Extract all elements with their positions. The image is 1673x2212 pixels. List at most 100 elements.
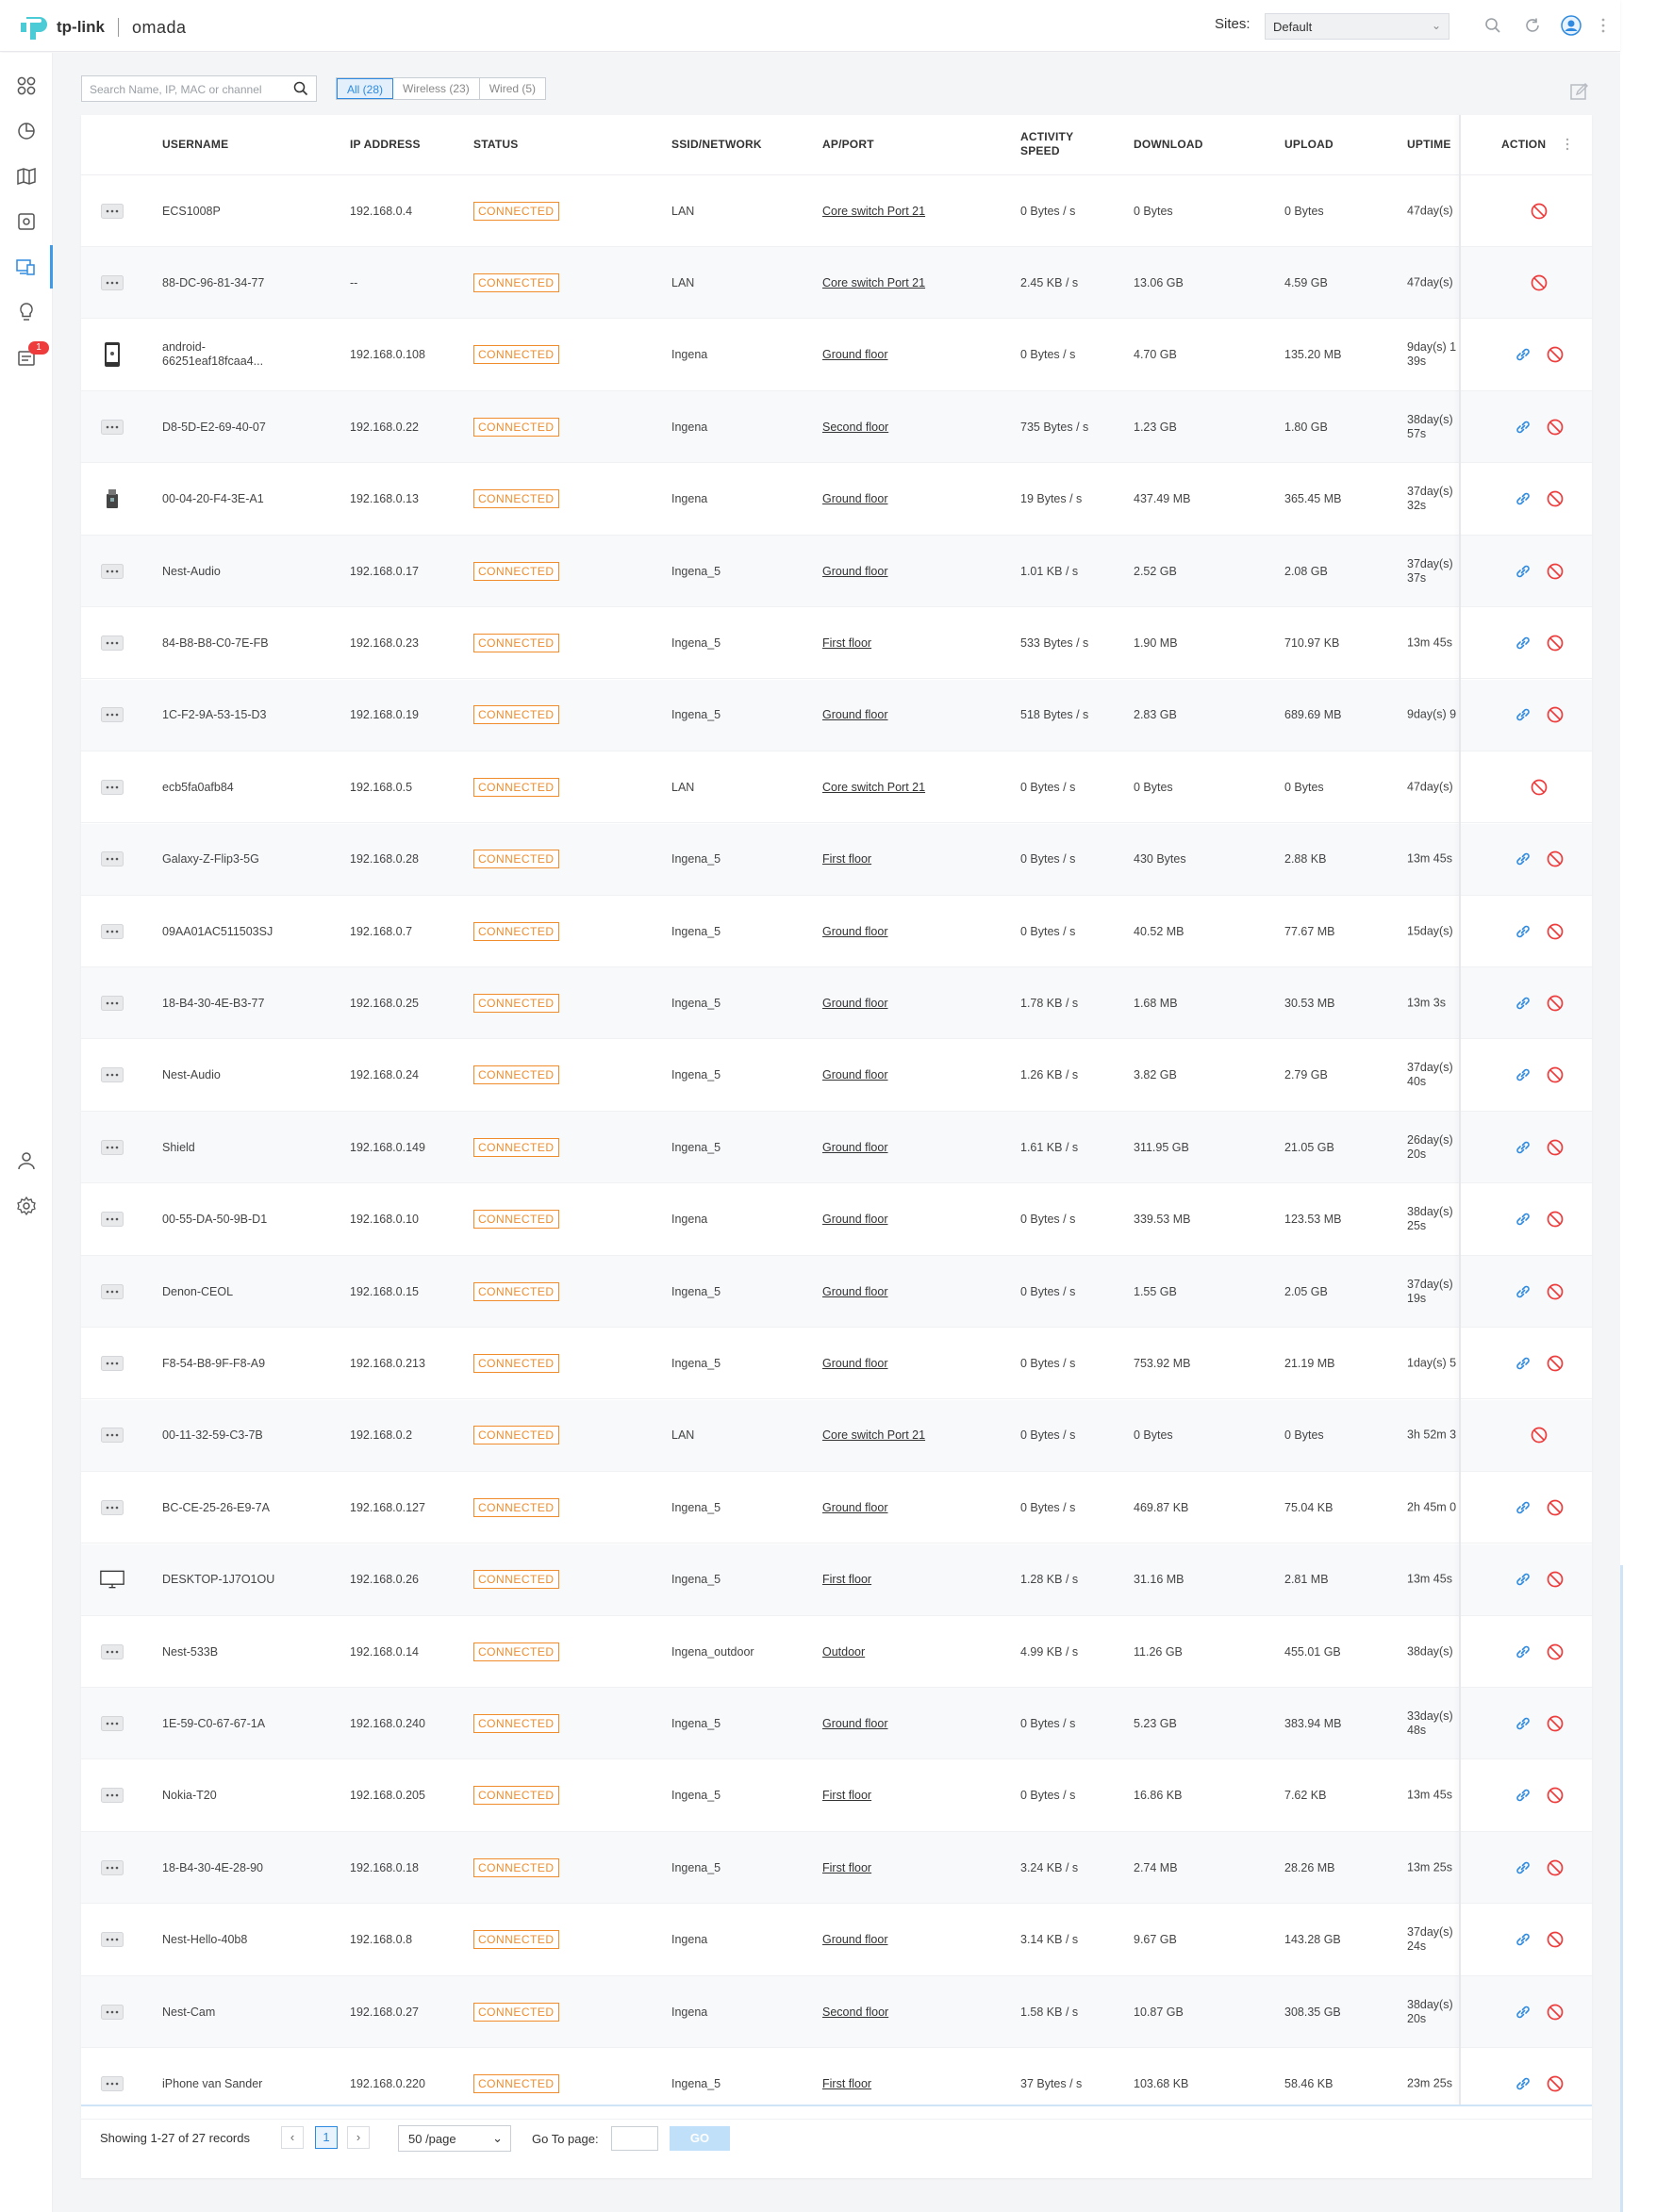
client-name[interactable]: Denon-CEOL bbox=[162, 1285, 233, 1298]
table-row[interactable]: ecb5fa0afb84 192.168.0.5 CONNECTED LAN Core … bbox=[81, 751, 1592, 824]
block-icon[interactable] bbox=[1530, 202, 1549, 221]
table-row[interactable]: Galaxy-Z-Flip3-5G 192.168.0.28 CONNECTED In… bbox=[81, 823, 1592, 896]
filter-wireless[interactable]: Wireless (23) bbox=[393, 78, 480, 99]
sidebar-item-map[interactable] bbox=[0, 155, 53, 198]
block-icon[interactable] bbox=[1546, 1282, 1565, 1301]
block-icon[interactable] bbox=[1546, 2003, 1565, 2022]
link-icon[interactable] bbox=[1514, 850, 1532, 868]
link-icon[interactable] bbox=[1514, 345, 1532, 364]
link-icon[interactable] bbox=[1514, 1570, 1532, 1589]
link-icon[interactable] bbox=[1514, 1282, 1532, 1301]
block-icon[interactable] bbox=[1530, 778, 1549, 797]
filter-all[interactable]: All (28) bbox=[337, 78, 394, 99]
block-icon[interactable] bbox=[1546, 1930, 1565, 1949]
client-name[interactable]: 18-B4-30-4E-B3-77 bbox=[162, 997, 264, 1010]
next-page-button[interactable]: › bbox=[347, 2126, 370, 2149]
client-name[interactable]: 1E-59-C0-67-67-1A bbox=[162, 1717, 265, 1730]
table-row[interactable]: Nest-Audio 192.168.0.24 CONNECTED Ingena_5 G… bbox=[81, 1040, 1592, 1112]
client-name[interactable]: Nest-533B bbox=[162, 1645, 218, 1659]
go-button[interactable]: GO bbox=[670, 2126, 730, 2151]
client-ap-link[interactable]: First floor bbox=[822, 636, 871, 650]
col-activity[interactable]: ACTIVITY bbox=[1020, 130, 1073, 143]
client-name[interactable]: Nest-Audio bbox=[162, 1068, 221, 1081]
block-icon[interactable] bbox=[1546, 850, 1565, 868]
col-ssid[interactable]: SSID/NETWORK bbox=[671, 138, 762, 151]
link-icon[interactable] bbox=[1514, 1210, 1532, 1229]
table-row[interactable]: D8-5D-E2-69-40-07 192.168.0.22 CONNECTED In… bbox=[81, 391, 1592, 464]
search-icon[interactable] bbox=[1483, 15, 1503, 36]
table-row[interactable]: Denon-CEOL 192.168.0.15 CONNECTED Ingena_5 G… bbox=[81, 1256, 1592, 1328]
client-ap-link[interactable]: First floor bbox=[822, 1861, 871, 1874]
client-ap-link[interactable]: Ground floor bbox=[822, 708, 887, 721]
link-icon[interactable] bbox=[1514, 489, 1532, 508]
client-name[interactable]: iPhone van Sander bbox=[162, 2077, 262, 2090]
block-icon[interactable] bbox=[1546, 1714, 1565, 1733]
table-row[interactable]: 1C-F2-9A-53-15-D3 192.168.0.19 CONNECTED In… bbox=[81, 679, 1592, 751]
block-icon[interactable] bbox=[1530, 273, 1549, 292]
table-row[interactable]: 18-B4-30-4E-28-90 192.168.0.18 CONNECTED In… bbox=[81, 1832, 1592, 1905]
block-icon[interactable] bbox=[1546, 1210, 1565, 1229]
client-name[interactable]: 00-55-DA-50-9B-D1 bbox=[162, 1213, 267, 1226]
link-icon[interactable] bbox=[1514, 2074, 1532, 2093]
client-name[interactable]: 09AA01AC511503SJ bbox=[162, 925, 273, 938]
client-ap-link[interactable]: Core switch Port 21 bbox=[822, 276, 925, 289]
link-icon[interactable] bbox=[1514, 2003, 1532, 2022]
block-icon[interactable] bbox=[1546, 345, 1565, 364]
col-ap-port[interactable]: AP/PORT bbox=[822, 138, 874, 151]
client-ap-link[interactable]: Ground floor bbox=[822, 492, 887, 505]
table-row[interactable]: ECS1008P 192.168.0.4 CONNECTED LAN Core swit… bbox=[81, 175, 1592, 247]
column-menu-icon[interactable] bbox=[1565, 138, 1569, 151]
link-icon[interactable] bbox=[1514, 1642, 1532, 1661]
table-row[interactable]: DESKTOP-1J7O1OU 192.168.0.26 CONNECTED Inge… bbox=[81, 1543, 1592, 1616]
table-row[interactable]: 00-04-20-F4-3E-A1 192.168.0.13 CONNECTED In… bbox=[81, 464, 1592, 536]
table-row[interactable]: Nest-533B 192.168.0.14 CONNECTED Ingena_out… bbox=[81, 1616, 1592, 1688]
table-row[interactable]: 88-DC-96-81-34-77 -- CONNECTED LAN Core swit… bbox=[81, 247, 1592, 320]
link-icon[interactable] bbox=[1514, 1354, 1532, 1373]
client-ap-link[interactable]: Core switch Port 21 bbox=[822, 781, 925, 794]
link-icon[interactable] bbox=[1514, 1138, 1532, 1157]
client-name[interactable]: Nest-Cam bbox=[162, 2006, 215, 2019]
client-name[interactable]: Shield bbox=[162, 1141, 195, 1154]
table-row[interactable]: 09AA01AC511503SJ 192.168.0.7 CONNECTED Inge… bbox=[81, 896, 1592, 967]
client-ap-link[interactable]: First floor bbox=[822, 2077, 871, 2090]
client-ap-link[interactable]: First floor bbox=[822, 852, 871, 866]
brand[interactable]: tp-link omada bbox=[17, 13, 187, 41]
table-row[interactable]: 00-11-32-59-C3-7B 192.168.0.2 CONNECTED LAN… bbox=[81, 1399, 1592, 1472]
prev-page-button[interactable]: ‹ bbox=[281, 2126, 304, 2149]
client-ap-link[interactable]: Core switch Port 21 bbox=[822, 205, 925, 218]
block-icon[interactable] bbox=[1546, 1786, 1565, 1805]
edit-columns-icon[interactable] bbox=[1569, 81, 1590, 102]
refresh-icon[interactable] bbox=[1522, 15, 1543, 36]
table-row[interactable]: 18-B4-30-4E-B3-77 192.168.0.25 CONNECTED In… bbox=[81, 967, 1592, 1040]
table-row[interactable]: BC-CE-25-26-E9-7A 192.168.0.127 CONNECTED I… bbox=[81, 1472, 1592, 1544]
search-input[interactable]: Search Name, IP, MAC or channel bbox=[81, 75, 317, 102]
client-ap-link[interactable]: Second floor bbox=[822, 421, 888, 434]
col-status[interactable]: STATUS bbox=[473, 138, 518, 151]
client-name[interactable]: 00-04-20-F4-3E-A1 bbox=[162, 492, 264, 505]
link-icon[interactable] bbox=[1514, 922, 1532, 941]
client-ap-link[interactable]: Ground floor bbox=[822, 348, 887, 361]
col-uptime[interactable]: UPTIME bbox=[1407, 138, 1451, 151]
client-ap-link[interactable]: Core switch Port 21 bbox=[822, 1428, 925, 1442]
link-icon[interactable] bbox=[1514, 1498, 1532, 1517]
link-icon[interactable] bbox=[1514, 418, 1532, 437]
block-icon[interactable] bbox=[1546, 1642, 1565, 1661]
client-ap-link[interactable]: Ground floor bbox=[822, 1357, 887, 1370]
client-ap-link[interactable]: Ground floor bbox=[822, 565, 887, 578]
search-icon[interactable] bbox=[293, 81, 308, 96]
block-icon[interactable] bbox=[1546, 922, 1565, 941]
per-page-select[interactable]: 50 /page ⌄ bbox=[398, 2125, 511, 2152]
table-row[interactable]: Nokia-T20 192.168.0.205 CONNECTED Ingena_5 F… bbox=[81, 1760, 1592, 1832]
block-icon[interactable] bbox=[1546, 994, 1565, 1013]
block-icon[interactable] bbox=[1530, 1426, 1549, 1444]
client-name[interactable]: D8-5D-E2-69-40-07 bbox=[162, 421, 266, 434]
block-icon[interactable] bbox=[1546, 489, 1565, 508]
client-ap-link[interactable]: First floor bbox=[822, 1573, 871, 1586]
goto-page-input[interactable] bbox=[611, 2126, 658, 2151]
client-name[interactable]: Galaxy-Z-Flip3-5G bbox=[162, 852, 259, 866]
sidebar-item-admin[interactable] bbox=[0, 1139, 53, 1182]
sidebar-item-logs[interactable]: 1 bbox=[0, 336, 53, 379]
client-ap-link[interactable]: Ground floor bbox=[822, 1501, 887, 1514]
link-icon[interactable] bbox=[1514, 705, 1532, 724]
page-button-1[interactable]: 1 bbox=[315, 2126, 338, 2149]
